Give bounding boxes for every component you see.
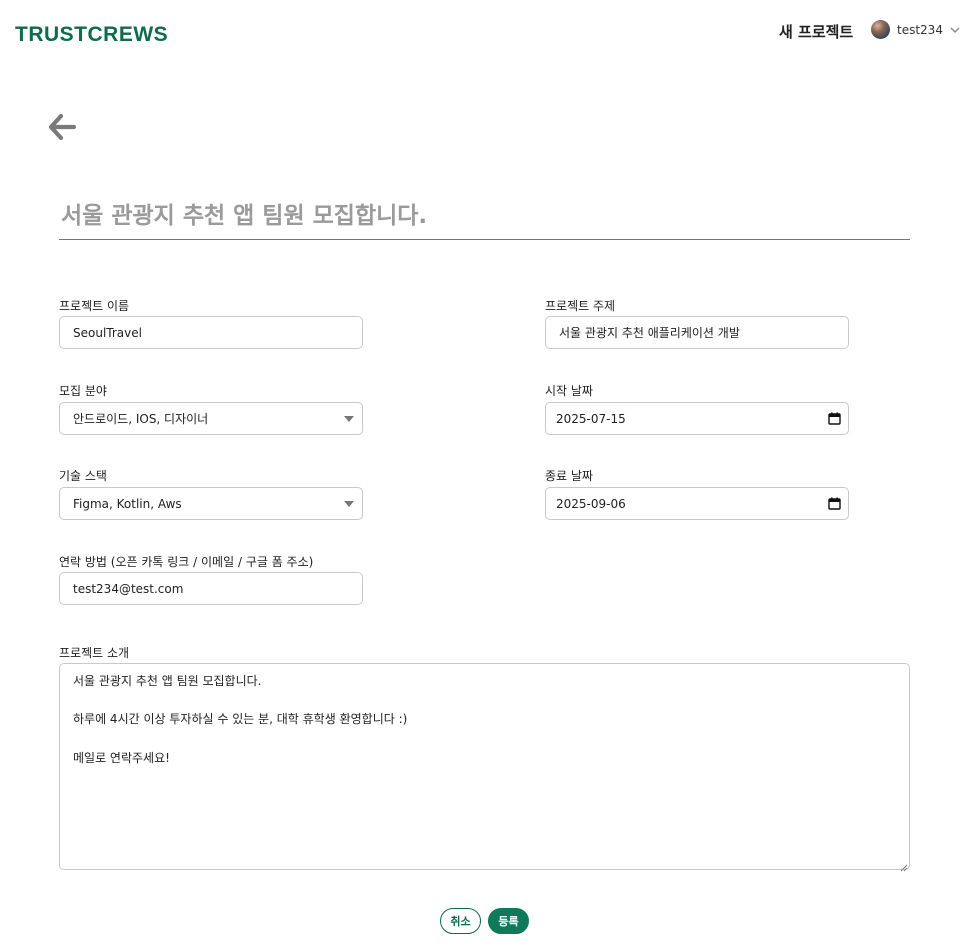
recruit-field-select[interactable]: 안드로이드, IOS, 디자이너 — [59, 402, 363, 435]
project-name-input[interactable]: SeoulTravel — [59, 316, 363, 349]
user-menu[interactable]: test234 — [871, 20, 961, 39]
username: test234 — [897, 22, 943, 37]
project-topic-label: 프로젝트 주제 — [545, 299, 616, 313]
intro-line: 서울 관광지 추천 앱 팀원 모집합니다. — [73, 674, 262, 688]
submit-button[interactable]: 등록 — [488, 908, 529, 934]
tech-stack-select[interactable]: Figma, Kotlin, Aws — [59, 487, 363, 520]
intro-textarea[interactable]: 서울 관광지 추천 앱 팀원 모집합니다. 하루에 4시간 이상 투자하실 수 … — [59, 663, 910, 872]
project-name-value: SeoulTravel — [73, 325, 142, 340]
end-date-value: 2025-09-06 — [556, 496, 626, 511]
recruit-field-value: 안드로이드, IOS, 디자이너 — [73, 412, 209, 426]
start-date-label: 시작 날짜 — [545, 384, 593, 398]
post-title-input[interactable] — [59, 193, 910, 240]
calendar-icon[interactable] — [828, 497, 841, 510]
cancel-button[interactable]: 취소 — [440, 908, 481, 934]
tech-stack-label: 기술 스택 — [59, 469, 107, 483]
calendar-icon[interactable] — [828, 412, 841, 425]
intro-line: 메일로 연락주세요! — [73, 750, 170, 765]
contact-value: test234@test.com — [73, 581, 184, 596]
intro-line — [73, 730, 896, 749]
arrow-left-icon[interactable] — [47, 113, 77, 141]
start-date-value: 2025-07-15 — [556, 411, 626, 426]
project-name-label: 프로젝트 이름 — [59, 299, 130, 313]
dropdown-caret-icon — [344, 501, 354, 507]
intro-label: 프로젝트 소개 — [59, 646, 130, 660]
logo[interactable]: TRUSTCREWS — [15, 23, 168, 47]
contact-label: 연락 방법 (오픈 카톡 링크 / 이메일 / 구글 폼 주소) — [59, 555, 314, 569]
user-avatar[interactable] — [871, 20, 890, 39]
top-header: TRUSTCREWS 새 프로젝트 test234 — [0, 0, 967, 70]
contact-input[interactable]: test234@test.com — [59, 572, 363, 605]
project-topic-input[interactable]: 서울 관광지 추천 애플리케이션 개발 — [545, 316, 849, 349]
project-topic-value: 서울 관광지 추천 애플리케이션 개발 — [559, 326, 740, 340]
end-date-label: 종료 날짜 — [545, 469, 593, 483]
new-project-link[interactable]: 새 프로젝트 — [779, 21, 853, 42]
dropdown-caret-icon — [344, 416, 354, 422]
recruit-field-label: 모집 분야 — [59, 384, 107, 398]
resize-handle-icon[interactable] — [899, 859, 908, 872]
intro-line: 하루에 4시간 이상 투자하실 수 있는 분, 대학 휴학생 환영합니다 :) — [73, 712, 408, 727]
tech-stack-value: Figma, Kotlin, Aws — [73, 496, 182, 511]
intro-line — [73, 691, 896, 710]
start-date-input[interactable]: 2025-07-15 — [545, 402, 849, 435]
chevron-down-icon[interactable] — [949, 24, 961, 36]
end-date-input[interactable]: 2025-09-06 — [545, 487, 849, 520]
